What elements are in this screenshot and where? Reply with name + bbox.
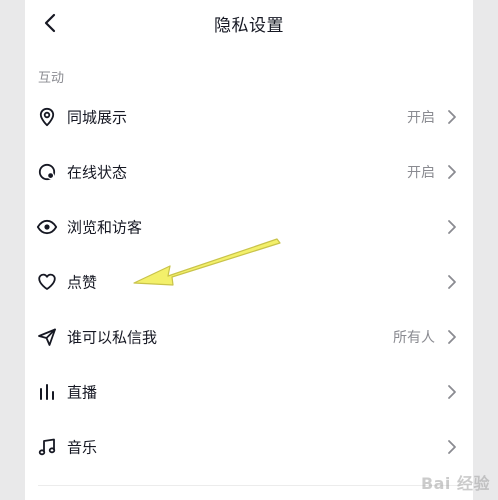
setting-row-music[interactable]: 音乐 bbox=[25, 419, 473, 474]
music-note-icon bbox=[36, 436, 58, 458]
setting-label: 浏览和访客 bbox=[67, 218, 143, 236]
chevron-right-icon bbox=[448, 164, 456, 179]
chevron-right-icon bbox=[448, 329, 456, 344]
section-label-interaction: 互动 bbox=[38, 71, 65, 86]
section-divider bbox=[38, 485, 460, 486]
setting-value: 开启 bbox=[407, 109, 435, 126]
live-bars-icon bbox=[36, 381, 58, 403]
privacy-settings-panel: 隐私设置 互动 同城展示 开启 在线状态 开启 浏览和访客 点赞 谁可以私信我 … bbox=[25, 0, 473, 500]
setting-label: 同城展示 bbox=[67, 108, 128, 126]
setting-row-local-display[interactable]: 同城展示 开启 bbox=[25, 89, 473, 144]
chevron-right-icon bbox=[448, 274, 456, 289]
setting-label: 直播 bbox=[67, 383, 98, 401]
setting-row-online-status[interactable]: 在线状态 开启 bbox=[25, 144, 473, 199]
chevron-right-icon bbox=[448, 439, 456, 454]
online-status-icon bbox=[36, 161, 58, 183]
heart-icon bbox=[36, 271, 58, 293]
watermark: Bai 经验 bbox=[420, 474, 490, 493]
eye-icon bbox=[36, 216, 58, 238]
setting-value: 所有人 bbox=[393, 329, 435, 346]
setting-row-who-can-message[interactable]: 谁可以私信我 所有人 bbox=[25, 309, 473, 364]
setting-label: 在线状态 bbox=[67, 163, 128, 181]
setting-label: 谁可以私信我 bbox=[67, 328, 158, 346]
chevron-right-icon bbox=[448, 109, 456, 124]
setting-row-views-visitors[interactable]: 浏览和访客 bbox=[25, 199, 473, 254]
location-pin-icon bbox=[36, 106, 58, 128]
setting-row-likes[interactable]: 点赞 bbox=[25, 254, 473, 309]
page-title: 隐私设置 bbox=[214, 16, 284, 36]
chevron-right-icon bbox=[448, 384, 456, 399]
chevron-right-icon bbox=[448, 219, 456, 234]
setting-label: 音乐 bbox=[67, 438, 98, 456]
setting-label: 点赞 bbox=[67, 273, 98, 291]
header-bar: 隐私设置 bbox=[25, 0, 473, 46]
setting-value: 开启 bbox=[407, 164, 435, 181]
send-icon bbox=[36, 326, 58, 348]
setting-row-live[interactable]: 直播 bbox=[25, 364, 473, 419]
